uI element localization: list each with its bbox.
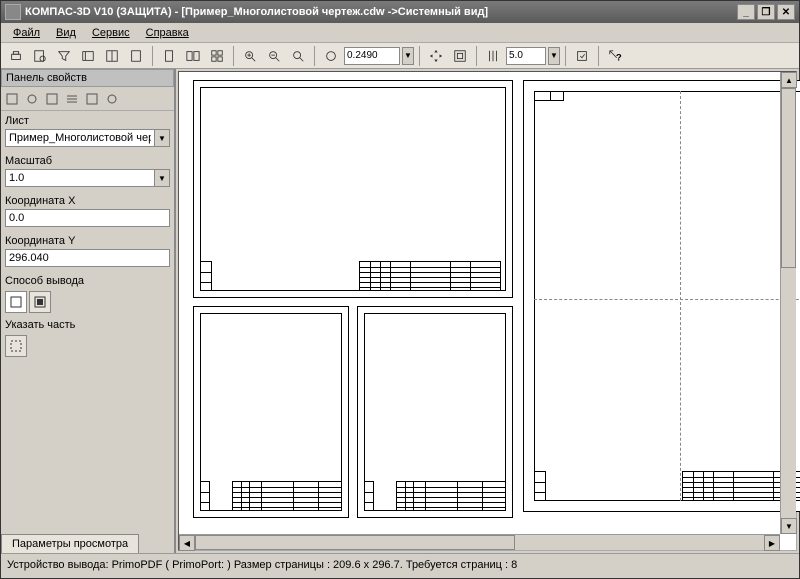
output-icon[interactable]	[571, 45, 593, 67]
zoom-in-icon[interactable]	[239, 45, 261, 67]
page-setup-icon[interactable]	[125, 45, 147, 67]
status-text: Устройство вывода: PrimoPDF ( PrimoPort:…	[7, 559, 517, 571]
panel-btn-6[interactable]	[103, 90, 121, 108]
panel-btn-2[interactable]	[23, 90, 41, 108]
output-option-1[interactable]	[5, 291, 27, 313]
separator	[476, 46, 477, 66]
x-label: Координата X	[1, 191, 174, 209]
single-page-icon[interactable]	[158, 45, 180, 67]
panel-btn-4[interactable]	[63, 90, 81, 108]
separator	[419, 46, 420, 66]
y-input[interactable]	[5, 249, 170, 267]
zoom-fit-icon[interactable]	[287, 45, 309, 67]
menu-help[interactable]: Справка	[138, 25, 197, 41]
statusbar: Устройство вывода: PrimoPDF ( PrimoPort:…	[1, 553, 799, 575]
minimize-button[interactable]: _	[737, 4, 755, 20]
properties-panel: Панель свойств Лист ▼ Масштаб ▼ Координа…	[1, 69, 176, 553]
horizontal-scrollbar[interactable]: ◀ ▶	[179, 534, 780, 550]
fit-window-icon[interactable]	[449, 45, 471, 67]
panel-btn-1[interactable]	[3, 90, 21, 108]
scale-label: Масштаб	[1, 151, 174, 169]
separator	[152, 46, 153, 66]
layout-icon[interactable]	[101, 45, 123, 67]
panel-title: Панель свойств	[1, 69, 174, 87]
scroll-right-button[interactable]: ▶	[764, 535, 780, 551]
menu-file[interactable]: Файл	[5, 25, 48, 41]
settings-icon[interactable]	[77, 45, 99, 67]
separator	[314, 46, 315, 66]
separator	[565, 46, 566, 66]
separator	[598, 46, 599, 66]
window-title: КОМПАС-3D V10 (ЗАЩИТА) - [Пример_Многоли…	[25, 6, 737, 18]
zoom-region-icon[interactable]	[320, 45, 342, 67]
x-input[interactable]	[5, 209, 170, 227]
panel-toolbar	[1, 87, 174, 111]
close-button[interactable]: ✕	[777, 4, 795, 20]
zoom-out-icon[interactable]	[263, 45, 285, 67]
sheet-dropdown[interactable]: ▼	[155, 129, 170, 147]
scroll-thumb[interactable]	[781, 88, 796, 268]
y-label: Координата Y	[1, 231, 174, 249]
preview-icon[interactable]	[29, 45, 51, 67]
menu-view[interactable]: Вид	[48, 25, 84, 41]
four-page-icon[interactable]	[206, 45, 228, 67]
menu-service[interactable]: Сервис	[84, 25, 138, 41]
scale-input[interactable]	[5, 169, 155, 187]
main-area: Панель свойств Лист ▼ Масштаб ▼ Координа…	[1, 69, 799, 553]
vertical-scrollbar[interactable]: ▲ ▼	[780, 72, 796, 534]
titlebar: КОМПАС-3D V10 (ЗАЩИТА) - [Пример_Многоли…	[1, 1, 799, 23]
app-icon	[5, 4, 21, 20]
output-option-2[interactable]	[29, 291, 51, 313]
scroll-up-button[interactable]: ▲	[781, 72, 797, 88]
specify-button[interactable]	[5, 335, 27, 357]
scroll-down-button[interactable]: ▼	[781, 518, 797, 534]
drawing-sheet	[193, 306, 349, 518]
sheet-label: Лист	[1, 111, 174, 129]
zoom-dropdown[interactable]: ▼	[402, 47, 414, 65]
output-label: Способ вывода	[1, 271, 174, 289]
move-icon[interactable]	[425, 45, 447, 67]
drawing-sheet	[193, 80, 513, 298]
menubar: Файл Вид Сервис Справка	[1, 23, 799, 43]
canvas-area[interactable]: ▲ ▼ ◀ ▶	[178, 71, 797, 551]
two-page-icon[interactable]	[182, 45, 204, 67]
maximize-button[interactable]: ❐	[757, 4, 775, 20]
specify-label: Указать часть	[1, 315, 174, 333]
svg-text:?: ?	[616, 52, 622, 63]
filter-icon[interactable]	[53, 45, 75, 67]
drawing-sheet	[523, 80, 800, 512]
tab-view-params[interactable]: Параметры просмотра	[1, 534, 139, 553]
zoom-input[interactable]	[344, 47, 400, 65]
scroll-left-button[interactable]: ◀	[179, 535, 195, 551]
whatsthis-icon[interactable]: ?	[604, 45, 626, 67]
scale-dropdown[interactable]: ▼	[155, 169, 170, 187]
sheet-select[interactable]	[5, 129, 155, 147]
step-dropdown[interactable]: ▼	[548, 47, 560, 65]
align-icon[interactable]	[482, 45, 504, 67]
toolbar: ▼ ▼ ?	[1, 43, 799, 69]
panel-btn-5[interactable]	[83, 90, 101, 108]
scroll-thumb[interactable]	[195, 535, 515, 550]
step-input[interactable]	[506, 47, 546, 65]
separator	[233, 46, 234, 66]
print-icon[interactable]	[5, 45, 27, 67]
drawing-sheet	[357, 306, 513, 518]
panel-btn-3[interactable]	[43, 90, 61, 108]
